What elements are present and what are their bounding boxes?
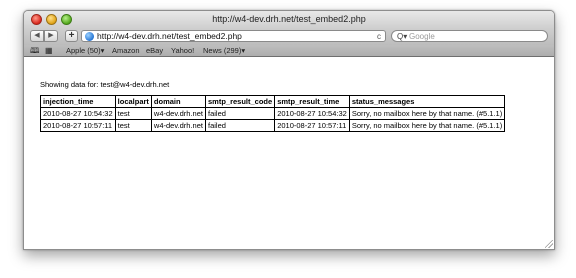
- cell-localpart: test: [114, 107, 152, 120]
- search-placeholder[interactable]: Google: [409, 31, 435, 42]
- back-button[interactable]: ◀: [30, 30, 44, 42]
- cell-domain: w4-dev.drh.net: [150, 107, 206, 120]
- cell-smtp-result-time: 2010-08-27 10:57:11: [274, 119, 350, 132]
- table-row: 2010-08-27 10:54:32 test w4-dev.drh.net …: [40, 107, 506, 120]
- resize-grip[interactable]: [545, 240, 553, 248]
- cell-status-message: Sorry, no mailbox here by that name. (#5…: [348, 107, 506, 120]
- header-status-messages: status_messages: [348, 95, 506, 108]
- browser-window: http://w4-dev.drh.net/test_embed2.php ◀ …: [23, 10, 555, 250]
- table-header-row: injection_time localpart domain smtp_res…: [40, 95, 506, 108]
- cell-status-message: Sorry, no mailbox here by that name. (#5…: [348, 119, 506, 132]
- cell-localpart: test: [114, 119, 152, 132]
- search-field[interactable]: Q▾ Google: [391, 30, 548, 42]
- header-localpart: localpart: [114, 95, 152, 108]
- address-text[interactable]: http://w4-dev.drh.net/test_embed2.php: [97, 31, 242, 42]
- reload-icon[interactable]: c: [377, 31, 381, 42]
- window-title: http://w4-dev.drh.net/test_embed2.php: [212, 14, 366, 24]
- forward-button[interactable]: ▶: [44, 30, 58, 42]
- title-bar: http://w4-dev.drh.net/test_embed2.php: [24, 11, 554, 28]
- bookmark-amazon[interactable]: Amazon: [112, 45, 140, 56]
- add-bookmark-button[interactable]: +: [65, 30, 78, 42]
- header-smtp-result-code: smtp_result_code: [204, 95, 276, 108]
- address-bar[interactable]: http://w4-dev.drh.net/test_embed2.php c: [81, 30, 386, 42]
- cell-smtp-result-code: failed: [204, 107, 276, 120]
- bookmarks-bar: 🕮 ▦ Apple (50)▾ Amazon eBay Yahoo! News …: [24, 45, 554, 57]
- globe-icon: [85, 32, 94, 41]
- top-sites-grid-icon[interactable]: ▦: [45, 45, 53, 56]
- back-arrow-icon: ◀: [34, 32, 40, 39]
- search-icon: Q▾: [397, 32, 408, 41]
- cell-smtp-result-code: failed: [204, 119, 276, 132]
- bookmark-yahoo[interactable]: Yahoo!: [171, 45, 194, 56]
- header-smtp-result-time: smtp_result_time: [274, 95, 350, 108]
- page-content: Showing data for: test@w4-dev.drh.net in…: [24, 57, 554, 249]
- bookmark-news[interactable]: News (299)▾: [203, 45, 245, 56]
- header-domain: domain: [150, 95, 206, 108]
- header-injection-time: injection_time: [40, 95, 116, 108]
- cell-smtp-result-time: 2010-08-27 10:54:32: [274, 107, 350, 120]
- bookmark-apple[interactable]: Apple (50)▾: [66, 45, 104, 56]
- showing-data-label: Showing data for: test@w4-dev.drh.net: [40, 80, 170, 89]
- cell-domain: w4-dev.drh.net: [150, 119, 206, 132]
- forward-arrow-icon: ▶: [48, 32, 54, 39]
- table-row: 2010-08-27 10:57:11 test w4-dev.drh.net …: [40, 119, 506, 132]
- results-table: injection_time localpart domain smtp_res…: [40, 95, 506, 132]
- cell-injection-time: 2010-08-27 10:57:11: [40, 119, 116, 132]
- reading-list-icon[interactable]: 🕮: [30, 45, 39, 56]
- bookmark-ebay[interactable]: eBay: [146, 45, 163, 56]
- navigation-toolbar: ◀ ▶ + http://w4-dev.drh.net/test_embed2.…: [24, 28, 554, 45]
- cell-injection-time: 2010-08-27 10:54:32: [40, 107, 116, 120]
